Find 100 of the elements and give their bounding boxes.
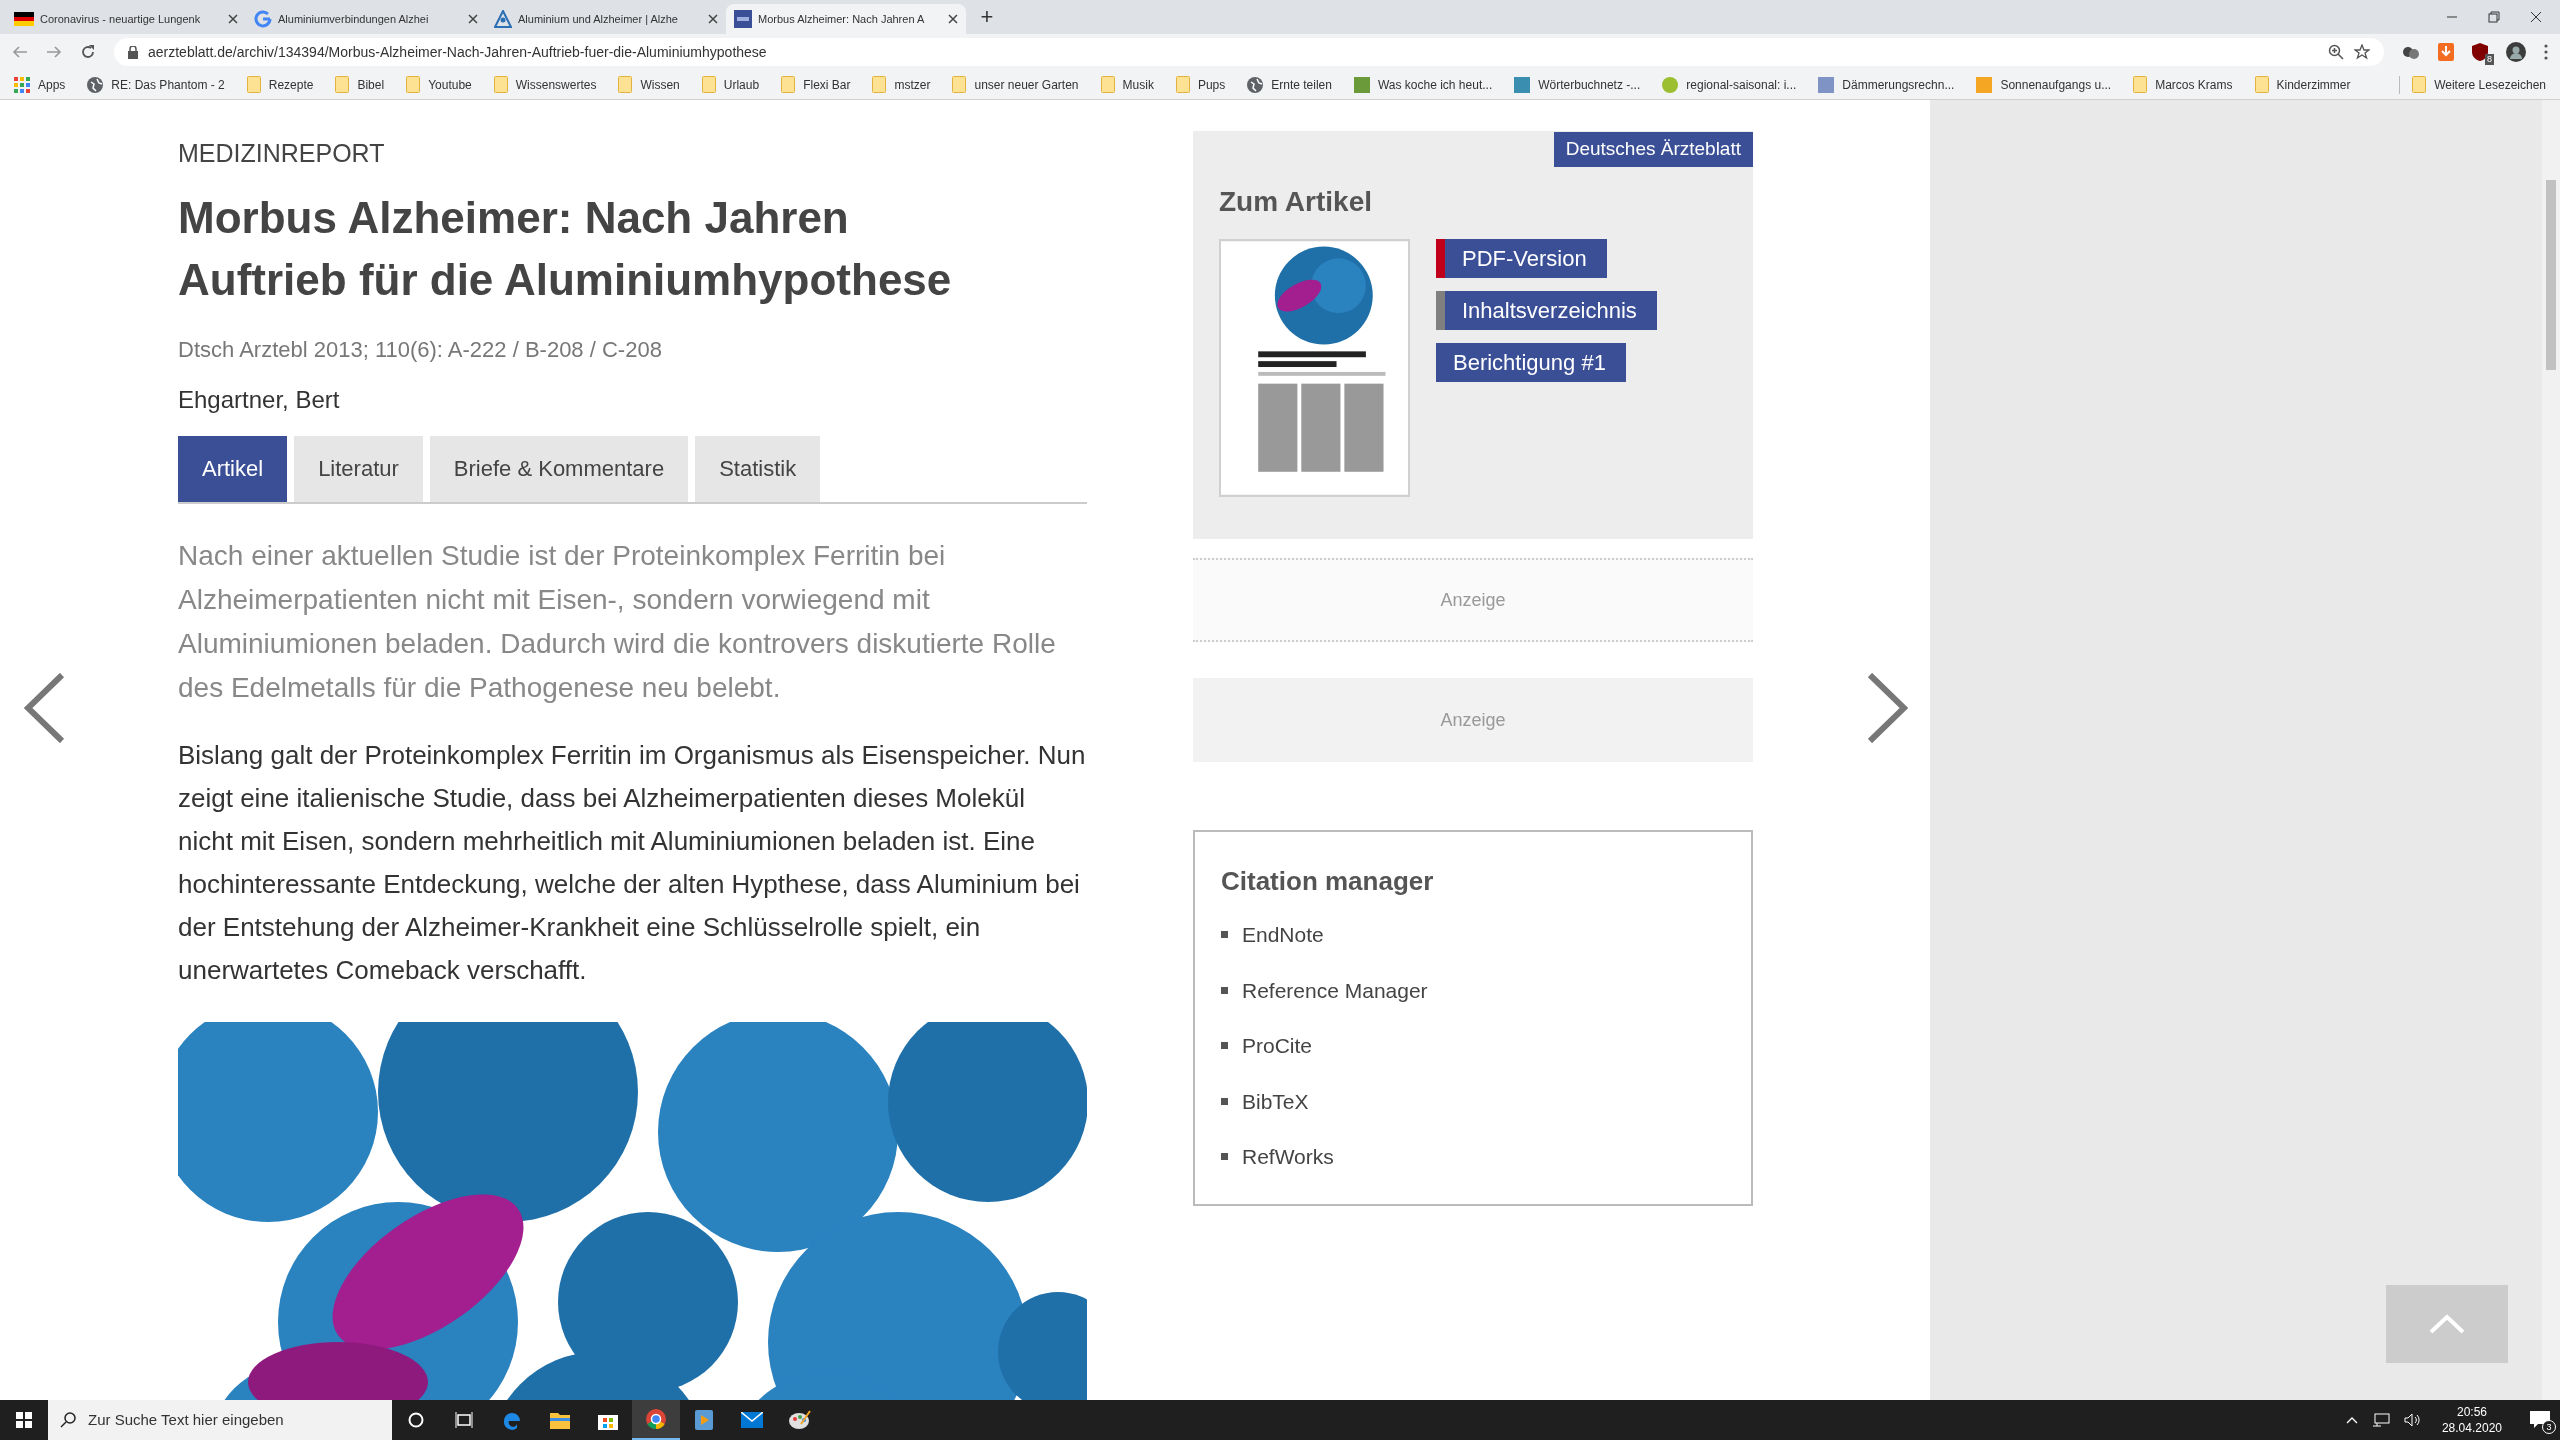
clock-time: 20:56 [2456,1404,2487,1420]
citation-export-link[interactable]: BibTeX [1242,1085,1309,1117]
document-link[interactable]: Berichtigung #1 [1436,342,1626,382]
chevron-up-icon[interactable] [2345,1416,2358,1424]
bullet-icon [1221,1042,1228,1050]
bookmark[interactable]: Kinderzimmer [2254,75,2351,94]
bookmark-label: Wissen [640,76,680,94]
mail-icon[interactable] [741,1412,763,1428]
browser-tab[interactable]: Aluminiumverbindungen Alzhei [246,4,486,34]
document-link[interactable]: Inhaltsverzeichnis [1436,290,1657,330]
new-tab-button[interactable]: + [974,4,1000,30]
task-view-icon[interactable] [455,1412,473,1428]
publisher-badge: Deutsches Ärzteblatt [1553,132,1753,167]
bookmark[interactable]: Weitere Lesezeichen [2412,75,2546,94]
edge-browser-icon[interactable] [502,1410,522,1430]
panel-heading: Citation manager [1221,865,1435,898]
bookmark[interactable]: regional-saisonal: i... [1662,75,1797,94]
menu-icon[interactable] [2544,44,2548,60]
close-icon[interactable] [228,14,238,24]
shield-icon[interactable] [2472,43,2488,61]
bookmark[interactable]: Marcos Krams [2133,75,2233,94]
bookmark-label: Dämmerungsrechn... [1842,76,1955,94]
bookmark[interactable]: Wissenswertes [493,75,597,94]
forward-arrow-icon[interactable] [46,44,62,60]
browser-tab[interactable]: Aluminium und Alzheimer | Alzhe [486,4,726,34]
close-icon[interactable] [948,14,958,24]
cortana-circle-icon[interactable] [408,1412,424,1428]
citation-export-link[interactable]: ProCite [1242,1030,1313,1062]
bookmark[interactable]: Ernte teilen [1247,75,1332,94]
bookmark[interactable]: Bibel [335,75,385,94]
bullet-icon [1221,1153,1228,1161]
network-icon[interactable] [2371,1413,2390,1427]
triangle-icon [494,10,512,28]
notification-icon[interactable] [2530,1411,2550,1429]
browser-tab[interactable]: Coronavirus - neuartige Lungenk [6,4,246,34]
document-link[interactable]: PDF-Version [1436,238,1607,278]
article-tab[interactable]: Literatur [294,435,423,502]
folder-icon [1100,76,1115,93]
bookmark[interactable]: Apps [14,75,66,94]
bookmark-label: Musik [1122,76,1154,94]
lead-paragraph: Nach einer aktuellen Studie ist der Proteinkomplex Ferritin bei Alzheimerpatienten nicht mit Eisen-, sondern vorwiegend mit Aluminiumionen beladen. Dadurch wird die kontrovers diskutierte Rolle des Edelmetalls für die Pathogenese neu belebt. [178,538,1057,705]
scrollbar-thumb[interactable] [2546,180,2556,370]
bookmark[interactable]: Wissen [618,75,680,94]
bookmark[interactable]: Wörterbuchnetz -... [1514,75,1641,94]
citation-export-link[interactable]: EndNote [1242,919,1324,951]
folder-icon [2254,76,2269,93]
bookmark[interactable]: Sonnenaufgangs u... [1976,75,2112,94]
bookmark[interactable]: Was koche ich heut... [1353,75,1493,94]
zoom-icon[interactable] [2328,44,2344,60]
ad-label: Anzeige [1440,708,1506,732]
tab-title: Morbus Alzheimer: Nach Jahren A [758,11,926,27]
folder-icon [1175,76,1190,93]
star-icon[interactable] [2354,44,2370,60]
folder-icon [872,76,887,93]
bullet-icon [1221,1097,1228,1105]
citation-export-link[interactable]: RefWorks [1242,1141,1334,1173]
taskbar-search-field[interactable]: Zur Suche Text hier eingeben [48,1400,392,1440]
bookmark[interactable]: mstzer [872,75,931,94]
article-tab[interactable]: Briefe & Kommentare [429,435,689,502]
article-tab[interactable]: Artikel [178,435,288,502]
url-text: aerzteblatt.de/archiv/134394/Morbus-Alzheimer-Nach-Jahren-Auftrieb-fuer-die-Aluminiumhypothese [148,42,767,62]
scrollbar[interactable] [2542,100,2560,1400]
bookmark[interactable]: unser neuer Garten [952,75,1079,94]
bookmark[interactable]: Urlaub [701,75,760,94]
speaker-icon[interactable] [2403,1413,2422,1427]
paint-palette-icon[interactable] [789,1410,811,1430]
notification-count: 3 [2542,1420,2556,1434]
close-icon[interactable] [468,14,478,24]
avatar-icon[interactable] [2506,42,2526,62]
search-icon [60,1412,76,1428]
folder-icon [246,76,261,93]
bookmark-label: regional-saisonal: i... [1686,76,1797,94]
restore-icon[interactable] [2488,11,2500,23]
bullet-icon [1221,931,1228,939]
chrome-icon[interactable] [646,1409,666,1429]
close-icon[interactable] [708,14,718,24]
windows-start-icon[interactable] [16,1412,32,1428]
card-heading: Zum Artikel [1219,184,1373,219]
bookmark[interactable]: Youtube [406,75,472,94]
close-icon[interactable] [2530,11,2542,23]
reload-icon[interactable] [80,44,96,60]
folder-icon [781,76,796,93]
citation-export-link[interactable]: Reference Manager [1242,974,1428,1006]
browser-tab[interactable]: Morbus Alzheimer: Nach Jahren A [726,4,966,34]
bookmark[interactable]: Flexi Bar [781,75,851,94]
bookmark[interactable]: Pups [1175,75,1226,94]
bookmark-label: Wörterbuchnetz -... [1538,76,1641,94]
bookmark[interactable]: Rezepte [246,75,314,94]
chevron-up-icon [2429,1314,2465,1334]
bookmark[interactable]: Dämmerungsrechn... [1818,75,1955,94]
address-bar[interactable]: aerzteblatt.de/archiv/134394/Morbus-Alzheimer-Nach-Jahren-Auftrieb-fuer-die-Aluminiumhypothese [114,38,2384,66]
search-input[interactable]: Zur Suche Text hier eingeben [88,1408,380,1432]
bookmark-label: Kinderzimmer [2276,76,2351,94]
body-paragraph: Bislang galt der Proteinkomplex Ferritin im Organismus als Eisenspeicher. Nun zeigt eine italienische Studie, dass bei Alzheimerpatienten dieses Molekül nicht mit Eisen, sondern mehrheitlich mit Aluminiumionen beladen ist. Eine hochinteressante Entdeckung, welche der alten Hypthese, dass Aluminium bei der Entstehung der Alzheimer-Krankheit eine Schlüsselrolle spielt, ein unerwartetes Comeback verschafft. [178,738,1087,987]
bookmark[interactable]: Musik [1100,75,1154,94]
back-arrow-icon[interactable] [12,44,28,60]
bookmark[interactable]: RE: Das Phantom - 2 [87,75,225,94]
download-icon[interactable] [2438,43,2454,61]
article-tab[interactable]: Statistik [695,435,821,502]
folder-icon[interactable] [550,1411,570,1429]
